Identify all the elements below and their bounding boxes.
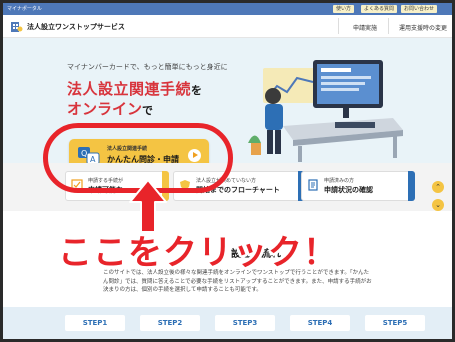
scroll-down-button[interactable]: ⌄ — [432, 199, 444, 211]
screenshot-frame: マイナポータル 使い方 よくある質問 お問い合わせ 法人設立ワンストップサービス… — [0, 0, 455, 342]
card-status-check[interactable]: 申請済みの方 申請状況の確認 — [301, 171, 415, 201]
building-icon — [11, 22, 23, 32]
chevron-up-icon: ⌃ — [435, 183, 441, 191]
step-2[interactable]: STEP2 — [140, 315, 200, 331]
util-link-faq[interactable]: よくある質問 — [361, 5, 398, 13]
hero-title-highlight: オンライン — [67, 100, 143, 118]
chevron-down-icon: ⌄ — [435, 201, 441, 209]
utility-bar: マイナポータル 使い方 よくある質問 お問い合わせ — [3, 3, 452, 15]
steps-bar: STEP1 STEP2 STEP3 STEP4 STEP5 — [3, 307, 452, 339]
step-5[interactable]: STEP5 — [365, 315, 425, 331]
card-main-label: 申請状況の確認 — [324, 186, 373, 194]
step-4[interactable]: STEP4 — [290, 315, 350, 331]
nav-item-changes[interactable]: 運用支援時の変更 — [399, 23, 447, 32]
document-icon — [308, 179, 318, 191]
portal-logo[interactable]: マイナポータル — [7, 5, 42, 12]
office-illustration — [248, 60, 403, 162]
hero-subtitle: マイナンバーカードで、もっと簡単にもっと身近に — [67, 63, 228, 71]
util-link-contact[interactable]: お問い合わせ — [401, 5, 438, 13]
nav-divider — [388, 18, 389, 34]
util-link-usage[interactable]: 使い方 — [333, 5, 355, 13]
step-1[interactable]: STEP1 — [65, 315, 125, 331]
card-tab — [408, 171, 415, 201]
nav-item-application[interactable]: 申請実施 — [353, 23, 377, 32]
hero-title-line2: オンラインで — [67, 98, 153, 119]
site-header: 法人設立ワンストップサービス 申請実施 運用支援時の変更 — [3, 15, 452, 38]
hero-title-suffix: で — [142, 104, 154, 117]
nav-divider — [338, 18, 339, 34]
step-3[interactable]: STEP3 — [215, 315, 275, 331]
hero-title-highlight: 法人設立関連手続 — [67, 80, 192, 98]
card-small-label: 申請済みの方 — [324, 178, 355, 184]
hero-title-suffix: を — [191, 84, 203, 97]
hero-title-line1: 法人設立関連手続を — [67, 78, 203, 99]
site-title[interactable]: 法人設立ワンストップサービス — [27, 22, 125, 32]
click-here-annotation: ここをクリック！ — [58, 233, 338, 273]
scroll-up-button[interactable]: ⌃ — [432, 181, 444, 193]
